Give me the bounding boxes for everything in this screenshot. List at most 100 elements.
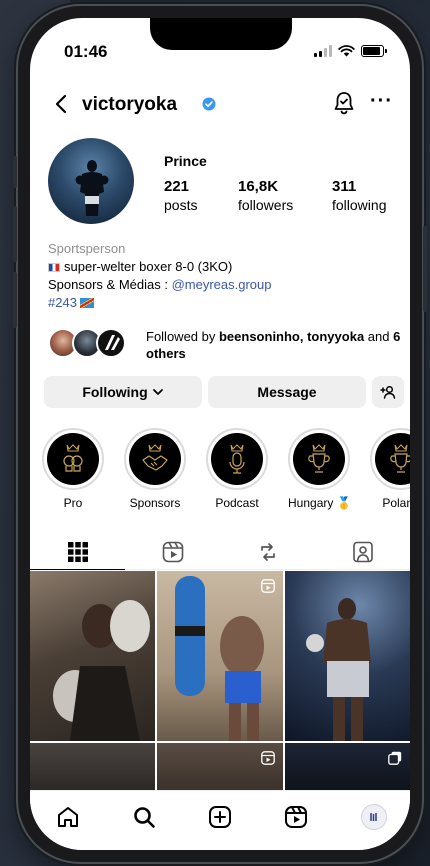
phone-frame: 01:46 victoryoka ··· Prince 221 posts 16… xyxy=(13,6,427,862)
highlight-label: Podcast xyxy=(215,496,259,510)
profile-username: victoryoka xyxy=(82,94,178,115)
volume-up-button xyxy=(13,206,17,262)
tab-reels[interactable] xyxy=(125,534,220,570)
boxing-gloves-icon xyxy=(63,444,83,472)
highlight-label: Pro xyxy=(63,496,83,510)
bio-line-2-prefix: Sponsors & Médias : xyxy=(48,277,172,292)
following-button[interactable]: Following xyxy=(44,376,202,408)
following-label: following xyxy=(332,197,387,213)
post-thumbnail[interactable] xyxy=(285,743,410,793)
post-thumbnail[interactable] xyxy=(157,743,283,793)
suggested-users-button[interactable] xyxy=(372,376,404,408)
bio-line-1: super-welter boxer 8-0 (3KO) xyxy=(48,258,398,276)
profile-bio: Sportsperson super-welter boxer 8-0 (3KO… xyxy=(48,240,398,312)
reels-icon xyxy=(162,541,183,563)
handshake-icon xyxy=(142,444,168,471)
highlight-cover xyxy=(375,433,410,485)
status-icons xyxy=(314,45,387,57)
brand-logo-icon xyxy=(105,335,120,350)
nav-reels[interactable] xyxy=(282,803,310,831)
nav-search[interactable] xyxy=(130,803,158,831)
stat-following[interactable]: 311 following xyxy=(332,178,386,213)
highlight-ring xyxy=(42,428,104,490)
profile-icon xyxy=(361,804,387,830)
create-icon xyxy=(209,806,231,828)
stat-followers[interactable]: 16,8K followers xyxy=(238,178,293,213)
highlight-cover xyxy=(129,433,181,485)
punching-bag-photo xyxy=(175,576,264,741)
post-thumbnail[interactable] xyxy=(157,571,283,741)
tab-tagged[interactable] xyxy=(315,534,410,570)
post-thumbnail[interactable] xyxy=(30,571,155,741)
highlight-sponsors[interactable]: Sponsors xyxy=(124,428,186,510)
add-person-icon xyxy=(380,385,396,399)
more-options-icon[interactable]: ··· xyxy=(370,90,393,113)
message-button[interactable]: Message xyxy=(208,376,366,408)
volume-down-button xyxy=(13,272,17,328)
highlight-ring xyxy=(206,428,268,490)
carousel-indicator-icon xyxy=(388,751,402,765)
bottom-navigation xyxy=(30,790,410,850)
followed-by-names: beensoninho, tonyyoka xyxy=(218,329,365,344)
hashtag-link[interactable]: #243 xyxy=(48,295,77,310)
notification-bell-icon[interactable] xyxy=(332,90,356,116)
search-icon xyxy=(134,807,155,828)
boxer-gloves-photo xyxy=(53,600,150,741)
drc-flag-icon xyxy=(79,298,94,308)
followed-by-text: Followed by beensoninho, tonyyoka and 6 … xyxy=(146,328,406,362)
boxer-ring-photo xyxy=(306,598,371,741)
microphone-icon xyxy=(229,444,245,474)
follower-avatar-3 xyxy=(96,328,126,358)
highlight-hungary[interactable]: Hungary 🥇 xyxy=(288,428,352,510)
tab-posts-grid[interactable] xyxy=(30,534,125,570)
highlight-ring xyxy=(288,428,350,490)
highlight-ring xyxy=(370,428,410,490)
highlight-pro[interactable]: Pro xyxy=(42,428,104,510)
post-thumbnail[interactable] xyxy=(30,743,155,793)
following-button-label: Following xyxy=(82,384,148,400)
mute-switch xyxy=(13,156,17,188)
profile-header: victoryoka ··· xyxy=(30,88,410,124)
nav-profile[interactable] xyxy=(360,803,388,831)
highlight-ring xyxy=(124,428,186,490)
followed-by-and: and xyxy=(364,329,394,344)
highlight-poland[interactable]: Poland xyxy=(370,428,410,510)
sponsor-mention-link[interactable]: @meyreas.group xyxy=(172,277,272,292)
home-icon xyxy=(58,807,78,827)
reels-icon xyxy=(285,806,307,828)
battery-level xyxy=(363,47,381,55)
reel-indicator-icon xyxy=(261,579,275,593)
nav-create[interactable] xyxy=(206,803,234,831)
highlight-label: Sponsors xyxy=(129,496,181,510)
bio-category: Sportsperson xyxy=(48,241,126,256)
followers-count: 16,8K xyxy=(238,178,279,195)
followed-by-prefix: Followed by xyxy=(146,329,219,344)
back-arrow-icon[interactable] xyxy=(50,92,74,116)
tagged-icon xyxy=(352,541,373,563)
cellular-signal-icon xyxy=(314,45,332,57)
highlight-podcast[interactable]: Podcast xyxy=(206,428,268,510)
followed-by-section[interactable]: Followed by beensoninho, tonyyoka and 6 … xyxy=(48,324,400,362)
stat-posts[interactable]: 221 posts xyxy=(164,178,197,213)
profile-avatar[interactable] xyxy=(48,138,134,224)
highlight-label: Poland xyxy=(382,496,410,510)
reel-indicator-icon xyxy=(261,751,275,765)
france-flag-icon xyxy=(48,263,60,272)
tab-reposts[interactable] xyxy=(220,534,315,570)
bio-line-3: #243 xyxy=(48,294,398,312)
trophy-icon xyxy=(390,444,410,473)
highlight-cover xyxy=(211,433,263,485)
bio-line-1-text: super-welter boxer 8-0 (3KO) xyxy=(64,259,233,274)
verified-badge-icon xyxy=(202,97,216,111)
highlight-cover xyxy=(293,433,345,485)
power-button xyxy=(423,226,427,312)
boxer-silhouette xyxy=(75,160,109,216)
bio-line-2: Sponsors & Médias : @meyreas.group xyxy=(48,276,398,294)
battery-icon xyxy=(361,45,387,57)
post-thumbnail[interactable] xyxy=(285,571,410,741)
nav-home[interactable] xyxy=(54,803,82,831)
highlight-cover xyxy=(47,433,99,485)
followers-label: followers xyxy=(238,197,294,213)
following-count: 311 xyxy=(332,178,357,195)
profile-display-name: Prince xyxy=(164,153,207,169)
